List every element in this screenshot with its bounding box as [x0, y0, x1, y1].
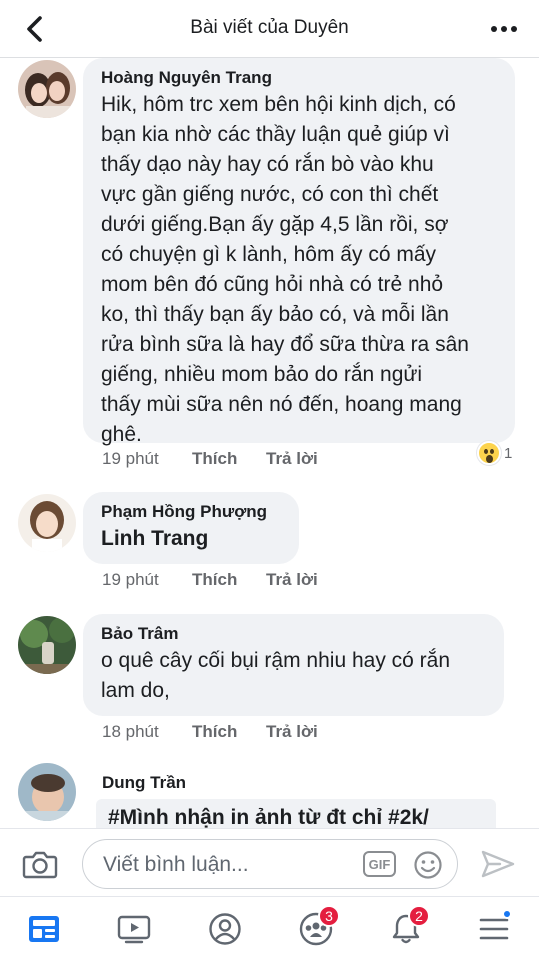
nav-watch[interactable] [114, 911, 154, 947]
reaction-count: 1 [504, 444, 513, 462]
comment-bubble[interactable]: Bảo Trâm o quê cây cối bụi rậm nhiu hay … [83, 614, 504, 716]
nav-news-feed[interactable] [24, 911, 64, 947]
sticker-button[interactable] [413, 850, 443, 880]
comment-time: 18 phút [102, 722, 159, 741]
comment-author[interactable]: Hoàng Nguyên Trang [101, 67, 497, 88]
reply-button[interactable]: Trả lời [266, 722, 318, 742]
camera-button[interactable] [22, 849, 58, 879]
avatar[interactable] [18, 763, 76, 821]
notifications-badge: 2 [408, 905, 430, 927]
comment-time: 19 phút [102, 570, 159, 589]
comment-composer: Viết bình luận... GIF [0, 828, 539, 896]
comment-text: Hik, hôm trc xem bên hội kinh dịch, có b… [101, 93, 469, 446]
comment-actions: 19 phút Thích Trả lời [102, 449, 318, 469]
more-dots-icon [491, 26, 497, 32]
comment-author[interactable]: Bảo Trâm [101, 623, 486, 644]
avatar[interactable] [18, 60, 76, 118]
comment-time: 19 phút [102, 449, 159, 468]
comment-text: #Mình nhận in ảnh từ đt chỉ #2k/ [108, 806, 429, 828]
send-button[interactable] [480, 849, 516, 879]
comment-author[interactable]: Dung Trần [102, 772, 186, 793]
comment-bubble[interactable]: #Mình nhận in ảnh từ đt chỉ #2k/ [96, 799, 496, 828]
reply-button[interactable]: Trả lời [266, 570, 318, 590]
top-bar: Bài viết của Duyên [0, 0, 539, 58]
more-options-button[interactable] [487, 16, 521, 42]
nav-groups[interactable]: 3 [296, 905, 340, 947]
like-button[interactable]: Thích [192, 570, 266, 590]
gif-button[interactable]: GIF [363, 851, 396, 877]
nav-notifications[interactable]: 2 [386, 905, 430, 947]
video-play-icon [117, 915, 151, 944]
bottom-nav: 3 2 [0, 896, 539, 960]
comment-bubble[interactable]: Hoàng Nguyên Trang Hik, hôm trc xem bên … [83, 58, 515, 446]
comment-actions: 19 phút Thích Trả lời [102, 570, 318, 590]
send-icon [481, 850, 515, 878]
camera-icon [22, 851, 58, 879]
comment-input[interactable]: Viết bình luận... GIF [82, 839, 458, 889]
comment-actions: 18 phút Thích Trả lời [102, 722, 318, 742]
comment-bubble[interactable]: Phạm Hồng Phượng Linh Trang [83, 492, 299, 564]
news-feed-icon [29, 916, 59, 942]
reply-button[interactable]: Trả lời [266, 449, 318, 469]
reaction-summary[interactable]: 1 [477, 441, 512, 465]
comment-author[interactable]: Phạm Hồng Phượng [101, 501, 281, 522]
comments-feed[interactable]: Hoàng Nguyên Trang Hik, hôm trc xem bên … [0, 58, 539, 828]
nav-menu[interactable] [474, 909, 514, 947]
wow-reaction-icon [477, 441, 501, 465]
avatar[interactable] [18, 616, 76, 674]
avatar[interactable] [18, 494, 76, 552]
like-button[interactable]: Thích [192, 722, 266, 742]
comment-text: o quê cây cối bụi rậm nhiu hay có rắn la… [101, 649, 451, 702]
nav-profile[interactable] [205, 911, 245, 947]
comment-input-placeholder: Viết bình luận... [103, 853, 249, 876]
like-button[interactable]: Thích [192, 449, 266, 469]
groups-badge: 3 [318, 905, 340, 927]
page-title: Bài viết của Duyên [190, 17, 349, 38]
profile-icon [209, 913, 241, 945]
comment-text[interactable]: Linh Trang [101, 524, 281, 554]
menu-dot-badge [502, 909, 512, 919]
smiley-icon [414, 851, 442, 879]
